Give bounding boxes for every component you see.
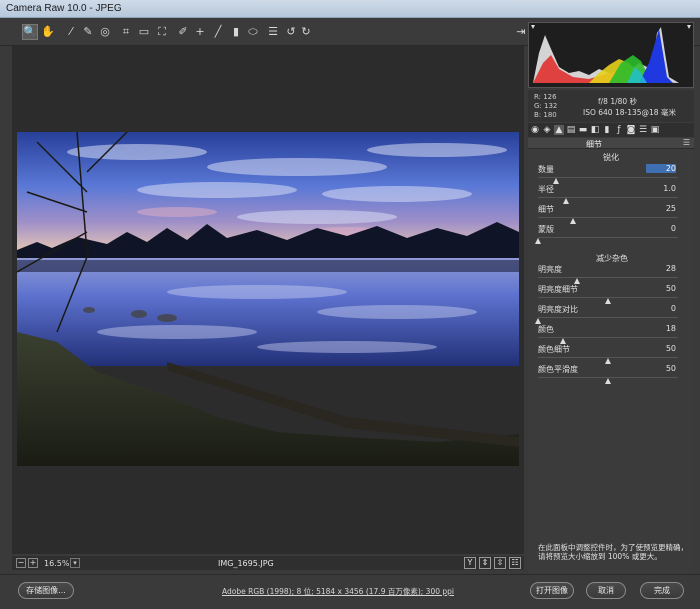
sharpen-slider-label: 数量 (538, 165, 554, 174)
tab-effects-icon[interactable]: ▮ (602, 125, 612, 135)
sharpen-slider-thumb[interactable] (570, 218, 576, 224)
noise-slider-label: 明亮度细节 (538, 285, 578, 294)
zoom-dropdown[interactable]: ▾ (70, 558, 80, 568)
tab-fx-icon[interactable]: ƒ (614, 125, 624, 135)
workflow-options-link[interactable]: Adobe RGB (1998); 8 位; 5184 x 3456 (17.9… (222, 586, 454, 597)
white-balance-tool-icon[interactable]: ⁄ (63, 24, 79, 40)
zoom-tool-icon[interactable]: 🔍 (22, 24, 38, 40)
noise-slider-label: 颜色细节 (538, 345, 570, 354)
spot-removal-tool-icon[interactable]: ✐ (175, 24, 191, 40)
hint-line-1: 在此面板中调整控件时，为了使预览更精确， (538, 543, 688, 552)
done-button[interactable]: 完成 (640, 582, 684, 599)
bottom-bar: 存储图像... Adobe RGB (1998); 8 位; 5184 x 34… (0, 574, 700, 609)
info-readout: R: 126 G: 132 B: 180 f/8 1/80 秒 ISO 640 … (528, 90, 694, 122)
sharpen-slider-label: 蒙版 (538, 225, 554, 234)
view-y-button[interactable]: Y (464, 557, 476, 569)
sharpen-slider-thumb[interactable] (535, 238, 541, 244)
hand-tool-icon[interactable]: ✋ (40, 24, 56, 40)
tab-camera-calibration-icon[interactable]: ◙ (626, 125, 636, 135)
preview-canvas[interactable] (12, 46, 524, 554)
radial-filter-icon[interactable]: ⬭ (245, 24, 261, 40)
preview-image (17, 132, 519, 466)
noise-group-title: 减少杂色 (596, 254, 628, 263)
sharpen-slider-value[interactable]: 1.0 (646, 184, 676, 193)
sharpen-slider-thumb[interactable] (553, 178, 560, 184)
g-value: G: 132 (534, 102, 558, 110)
tab-split-toning-icon[interactable]: ▬ (578, 125, 588, 135)
tab-basic-icon[interactable]: ◉ (530, 125, 540, 135)
section-header: 细节 ☰ (528, 138, 694, 149)
swap-button[interactable]: ⇳ (494, 557, 506, 569)
preview-settings-button[interactable]: ☷ (509, 557, 521, 569)
graduated-filter-icon[interactable]: ▮ (228, 24, 244, 40)
noise-slider-value[interactable]: 0 (646, 304, 676, 313)
histogram (528, 22, 694, 88)
panel-tabs: ◉ ◈ ▲ ▤ ▬ ◧ ▮ ƒ ◙ ☰ ▣ (528, 123, 694, 137)
section-title: 细节 (586, 140, 602, 149)
sharpen-slider-thumb[interactable] (563, 198, 569, 204)
zoom-level: 16.5% (44, 559, 70, 568)
panel-menu-icon[interactable]: ☰ (683, 138, 690, 147)
tab-presets-icon[interactable]: ☰ (638, 125, 648, 135)
zoom-out-button[interactable]: − (16, 558, 26, 568)
sharpen-slider-value[interactable]: 20 (646, 164, 676, 173)
crop-tool-icon[interactable]: ⌗ (118, 24, 134, 40)
fullscreen-icon[interactable]: ⇥ (513, 24, 529, 40)
preferences-icon[interactable]: ☰ (265, 24, 281, 40)
noise-slider-value[interactable]: 50 (646, 284, 676, 293)
sharpen-slider-value[interactable]: 25 (646, 204, 676, 213)
file-name: IMG_1695.JPG (218, 559, 274, 568)
sharpen-slider-track[interactable] (538, 237, 678, 238)
targeted-adjustment-tool-icon[interactable]: ◎ (97, 24, 113, 40)
straighten-tool-icon[interactable]: ▭ (136, 24, 152, 40)
canvas-statusbar: − + 16.5% ▾ IMG_1695.JPG Y ⇕ ⇳ ☷ (12, 556, 524, 570)
noise-slider-value[interactable]: 28 (646, 264, 676, 273)
noise-slider-track[interactable] (538, 277, 678, 278)
transform-tool-icon[interactable]: ⛶ (154, 24, 170, 40)
rotate-left-icon[interactable]: ↺ (283, 24, 299, 40)
sharpen-slider-track[interactable] (538, 217, 678, 218)
sharpen-slider-label: 细节 (538, 205, 554, 214)
iso-lens-info: ISO 640 18-135@18 毫米 (583, 108, 676, 117)
rotate-right-icon[interactable]: ↻ (298, 24, 314, 40)
view-before-after-button[interactable]: ⇕ (479, 557, 491, 569)
noise-slider-thumb[interactable] (605, 358, 611, 364)
tab-hsl-icon[interactable]: ▤ (566, 125, 576, 135)
hint-line-2: 请将预览大小缩放到 100% 或更大。 (538, 552, 662, 561)
tab-tone-curve-icon[interactable]: ◈ (542, 125, 552, 135)
save-image-button[interactable]: 存储图像... (18, 582, 74, 599)
noise-slider-label: 颜色平滑度 (538, 365, 578, 374)
sharpen-group-title: 锐化 (603, 153, 619, 162)
b-value: B: 180 (534, 111, 557, 119)
noise-slider-label: 明亮度 (538, 265, 562, 274)
noise-slider-thumb[interactable] (605, 298, 611, 304)
exposure-info: f/8 1/80 秒 (598, 97, 638, 106)
noise-slider-value[interactable]: 50 (646, 364, 676, 373)
zoom-in-button[interactable]: + (28, 558, 38, 568)
tab-lens-icon[interactable]: ◧ (590, 125, 600, 135)
sharpen-slider-track[interactable] (538, 197, 678, 198)
open-image-button[interactable]: 打开图像 (530, 582, 574, 599)
tab-detail-icon[interactable]: ▲ (554, 125, 564, 135)
window-titlebar: Camera Raw 10.0 - JPEG (0, 0, 700, 18)
color-sampler-tool-icon[interactable]: ✎ (80, 24, 96, 40)
noise-slider-thumb[interactable] (605, 378, 611, 384)
noise-slider-value[interactable]: 50 (646, 344, 676, 353)
sharpen-slider-value[interactable]: 0 (646, 224, 676, 233)
tab-snapshots-icon[interactable]: ▣ (650, 125, 660, 135)
noise-slider-track[interactable] (538, 337, 678, 338)
red-eye-tool-icon[interactable]: + (192, 24, 208, 40)
noise-slider-label: 明亮度对比 (538, 305, 578, 314)
noise-slider-label: 颜色 (538, 325, 554, 334)
right-panel: R: 126 G: 132 B: 180 f/8 1/80 秒 ISO 640 … (528, 22, 694, 574)
sharpen-slider-label: 半径 (538, 185, 554, 194)
adjustment-brush-icon[interactable]: ╱ (210, 24, 226, 40)
r-value: R: 126 (534, 93, 557, 101)
cancel-button[interactable]: 取消 (586, 582, 626, 599)
hint-text: 在此面板中调整控件时，为了使预览更精确， 请将预览大小缩放到 100% 或更大。 (538, 543, 688, 561)
noise-slider-track[interactable] (538, 317, 678, 318)
noise-slider-value[interactable]: 18 (646, 324, 676, 333)
window-title: Camera Raw 10.0 - JPEG (6, 3, 122, 14)
